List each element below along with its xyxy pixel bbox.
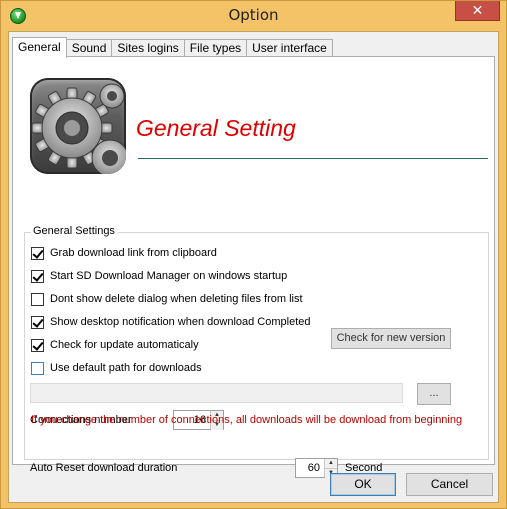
option-label: Grab download link from clipboard [50, 247, 217, 259]
tab-user-interface[interactable]: User interface [246, 39, 333, 57]
window-title: Option [228, 6, 279, 24]
option-label: Check for update automaticaly [50, 339, 199, 351]
option-label: Show desktop notification when download … [50, 316, 311, 328]
option-dont-show-delete-dialog[interactable]: Dont show delete dialog when deleting fi… [31, 292, 303, 306]
page-title: General Setting [136, 115, 296, 141]
dialog-client-area: General Sound Sites logins File types Us… [8, 31, 499, 503]
checkbox-icon[interactable] [31, 269, 44, 283]
option-label: Start SD Download Manager on windows sta… [50, 270, 288, 282]
option-grab-clipboard[interactable]: Grab download link from clipboard [31, 246, 217, 260]
tab-file-types[interactable]: File types [183, 39, 248, 57]
settings-gear-icon [30, 78, 126, 174]
auto-reset-value[interactable]: 60 [296, 459, 324, 477]
checkbox-icon[interactable] [31, 292, 44, 306]
option-default-path[interactable]: Use default path for downloads [31, 361, 202, 375]
option-check-update[interactable]: Check for update automaticaly [31, 338, 199, 352]
title-divider [138, 158, 488, 159]
cancel-button[interactable]: Cancel [406, 473, 493, 496]
general-tab-panel: General Setting General Settings Grab do… [12, 56, 495, 478]
checkbox-icon[interactable] [31, 338, 44, 352]
option-label: Use default path for downloads [50, 362, 202, 374]
browse-button[interactable]: ... [417, 383, 451, 405]
option-desktop-notification[interactable]: Show desktop notification when download … [31, 315, 311, 329]
connections-warning: If you change the number of connections,… [31, 414, 463, 426]
download-path-input[interactable] [30, 383, 403, 403]
option-start-on-startup[interactable]: Start SD Download Manager on windows sta… [31, 269, 287, 283]
checkbox-icon[interactable] [31, 315, 44, 329]
checkbox-icon[interactable] [31, 246, 44, 260]
close-button[interactable]: ✕ [455, 1, 500, 21]
option-label: Dont show delete dialog when deleting fi… [50, 293, 303, 305]
close-icon: ✕ [471, 2, 484, 18]
checkbox-icon[interactable] [31, 361, 44, 375]
check-new-version-button[interactable]: Check for new version [331, 328, 451, 349]
tab-sites-logins[interactable]: Sites logins [111, 39, 185, 57]
tab-general[interactable]: General [12, 37, 67, 58]
tab-sound[interactable]: Sound [65, 39, 113, 57]
title-bar[interactable]: Option ✕ [1, 1, 506, 31]
option-window: Option ✕ General Sound Sites logins File… [0, 0, 507, 509]
spin-up-icon[interactable]: ▲ [325, 459, 337, 468]
ok-button[interactable]: OK [330, 473, 396, 496]
group-label: General Settings [31, 225, 117, 237]
tab-strip: General Sound Sites logins File types Us… [12, 37, 333, 58]
auto-reset-label: Auto Reset download duration [30, 462, 178, 474]
